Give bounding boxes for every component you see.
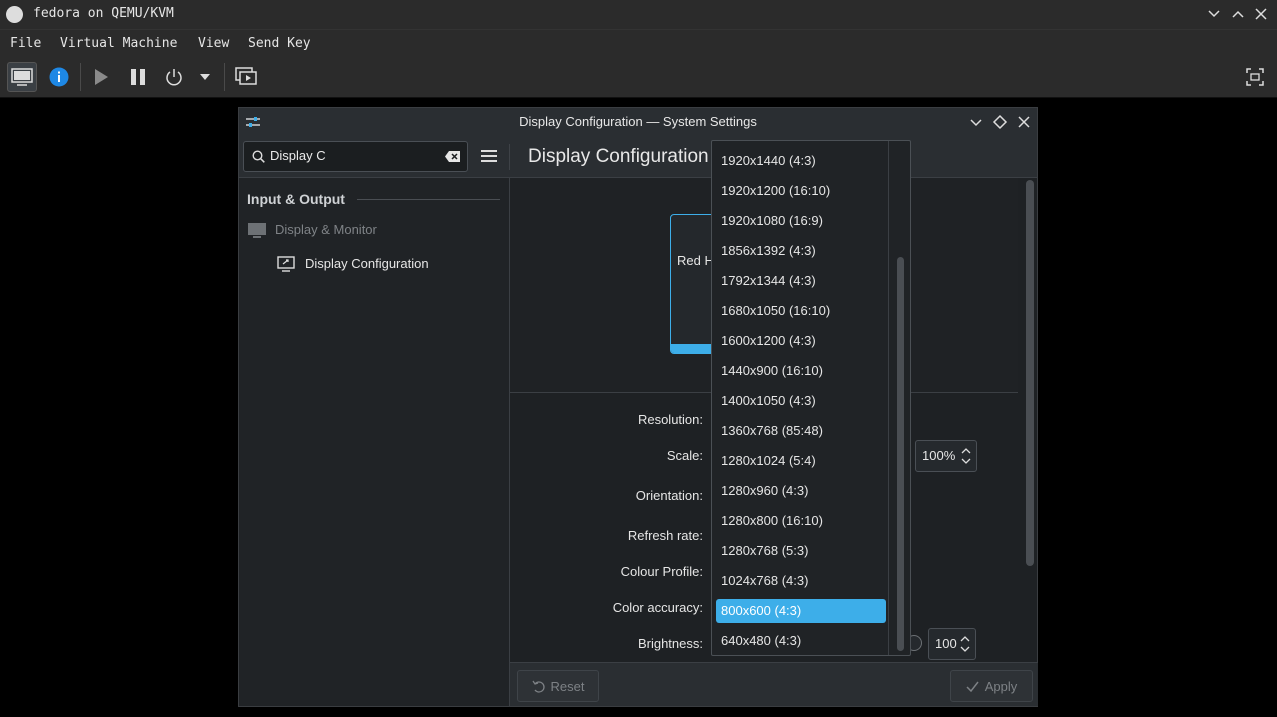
menu-send-key[interactable]: Send Key bbox=[248, 36, 311, 51]
minimize-icon[interactable] bbox=[1205, 5, 1223, 23]
resolution-dropdown-list[interactable]: 1920x1440 (4:3) 1920x1200 (16:10) 1920x1… bbox=[711, 140, 911, 656]
close-icon[interactable] bbox=[1015, 113, 1033, 131]
resolution-option[interactable]: 1360x768 (85:48) bbox=[716, 419, 886, 443]
snapshots-button[interactable] bbox=[231, 62, 261, 92]
refresh-rate-label: Refresh rate: bbox=[627, 528, 703, 543]
menu-view[interactable]: View bbox=[198, 36, 229, 51]
resolution-option-selected[interactable]: 800x600 (4:3) bbox=[716, 599, 886, 623]
toolbar-separator bbox=[80, 63, 81, 91]
host-toolbar bbox=[0, 55, 1277, 98]
maximize-icon[interactable] bbox=[1229, 5, 1247, 23]
monitor-icon bbox=[11, 68, 33, 86]
info-icon bbox=[49, 67, 69, 87]
section-divider bbox=[357, 199, 500, 200]
resolution-option[interactable]: 1600x1200 (4:3) bbox=[716, 329, 886, 353]
output-name: Red H bbox=[677, 253, 714, 268]
spin-arrows-icon[interactable] bbox=[959, 632, 971, 656]
apply-button[interactable]: Apply bbox=[950, 670, 1033, 702]
resolution-option[interactable]: 1856x1392 (4:3) bbox=[716, 239, 886, 263]
scrollbar[interactable] bbox=[1026, 180, 1034, 566]
reset-button[interactable]: Reset bbox=[517, 670, 599, 702]
undo-icon bbox=[531, 680, 545, 693]
brightness-spinbox[interactable]: 100 bbox=[928, 628, 976, 660]
dropdown-scroll-divider bbox=[888, 141, 889, 655]
keep-above-icon[interactable] bbox=[991, 113, 1009, 131]
sidebar-section-heading: Input & Output bbox=[247, 191, 345, 207]
resolution-option[interactable]: 1280x768 (5:3) bbox=[716, 539, 886, 563]
resolution-option[interactable]: 1280x800 (16:10) bbox=[716, 509, 886, 533]
resolution-option[interactable]: 1280x960 (4:3) bbox=[716, 479, 886, 503]
close-icon[interactable] bbox=[1252, 5, 1270, 23]
shutdown-menu-button[interactable] bbox=[192, 62, 218, 92]
snapshots-icon bbox=[235, 67, 257, 85]
color-accuracy-label: Color accuracy: bbox=[612, 600, 703, 615]
header-separator bbox=[509, 144, 510, 170]
brightness-value: 100 bbox=[935, 636, 957, 651]
search-input[interactable] bbox=[270, 148, 440, 163]
resolution-option[interactable]: 1920x1440 (4:3) bbox=[716, 149, 886, 173]
scale-value: 100% bbox=[922, 448, 956, 463]
resolution-option[interactable]: 640x480 (4:3) bbox=[716, 629, 886, 653]
host-titlebar: fedora on QEMU/KVM bbox=[0, 0, 1277, 29]
apply-label: Apply bbox=[984, 678, 1018, 694]
menu-file[interactable]: File bbox=[10, 36, 41, 51]
hamburger-menu-icon[interactable] bbox=[478, 145, 500, 167]
settings-titlebar: Display Configuration — System Settings bbox=[239, 108, 1037, 136]
checkmark-icon bbox=[966, 681, 979, 692]
resolution-option[interactable]: 1400x1050 (4:3) bbox=[716, 389, 886, 413]
dropdown-scrollbar[interactable] bbox=[897, 257, 904, 651]
host-window-title: fedora on QEMU/KVM bbox=[33, 6, 174, 21]
settings-window-title: Display Configuration — System Settings bbox=[519, 114, 757, 129]
page-title: Display Configuration bbox=[528, 146, 709, 167]
fullscreen-button[interactable] bbox=[1240, 62, 1270, 92]
resolution-option[interactable]: 1280x1024 (5:4) bbox=[716, 449, 886, 473]
virt-viewer-logo-icon bbox=[6, 6, 23, 23]
display-configuration-icon bbox=[277, 256, 295, 272]
shutdown-button[interactable] bbox=[159, 62, 189, 92]
resolution-option[interactable]: 1440x900 (16:10) bbox=[716, 359, 886, 383]
scale-spinbox[interactable]: 100% bbox=[915, 440, 977, 472]
resolution-option[interactable]: 1920x1080 (16:9) bbox=[716, 209, 886, 233]
system-settings-window: Display Configuration — System Settings … bbox=[238, 107, 1038, 707]
host-menubar: File Virtual Machine View Send Key bbox=[0, 29, 1277, 55]
minimize-icon[interactable] bbox=[967, 113, 985, 131]
reset-label: Reset bbox=[550, 678, 585, 694]
toolbar-separator bbox=[224, 63, 225, 91]
resolution-option[interactable]: 1024x768 (4:3) bbox=[716, 569, 886, 593]
menu-virtual-machine[interactable]: Virtual Machine bbox=[60, 36, 177, 51]
run-button[interactable] bbox=[86, 62, 116, 92]
sidebar-item-label: Display & Monitor bbox=[275, 222, 377, 237]
pause-icon bbox=[131, 69, 145, 85]
dropdown-arrow-icon bbox=[200, 74, 210, 80]
sidebar: Input & Output Display & Monitor Display… bbox=[239, 178, 509, 706]
resolution-option[interactable]: 1920x1200 (16:10) bbox=[716, 179, 886, 203]
pause-button[interactable] bbox=[123, 62, 153, 92]
monitor-icon bbox=[248, 223, 266, 238]
resolution-label: Resolution: bbox=[637, 412, 703, 427]
details-button[interactable] bbox=[44, 62, 74, 92]
console-button[interactable] bbox=[7, 62, 37, 92]
power-icon bbox=[166, 69, 182, 86]
colour-profile-label: Colour Profile: bbox=[620, 564, 703, 579]
brightness-label: Brightness: bbox=[637, 636, 703, 651]
settings-footer: Reset Apply bbox=[510, 662, 1038, 706]
sidebar-item-label: Display Configuration bbox=[305, 256, 429, 271]
clear-search-icon[interactable] bbox=[444, 150, 461, 163]
resolution-option[interactable]: 1792x1344 (4:3) bbox=[716, 269, 886, 293]
spin-arrows-icon[interactable] bbox=[960, 444, 972, 468]
settings-header: Display Configuration bbox=[239, 136, 1037, 178]
scale-label: Scale: bbox=[666, 448, 703, 463]
search-box[interactable] bbox=[243, 141, 468, 172]
search-icon bbox=[252, 150, 265, 163]
resolution-option[interactable]: 1680x1050 (16:10) bbox=[716, 299, 886, 323]
orientation-label: Orientation: bbox=[635, 488, 703, 503]
play-icon bbox=[95, 69, 108, 85]
fullscreen-icon bbox=[1246, 68, 1264, 86]
